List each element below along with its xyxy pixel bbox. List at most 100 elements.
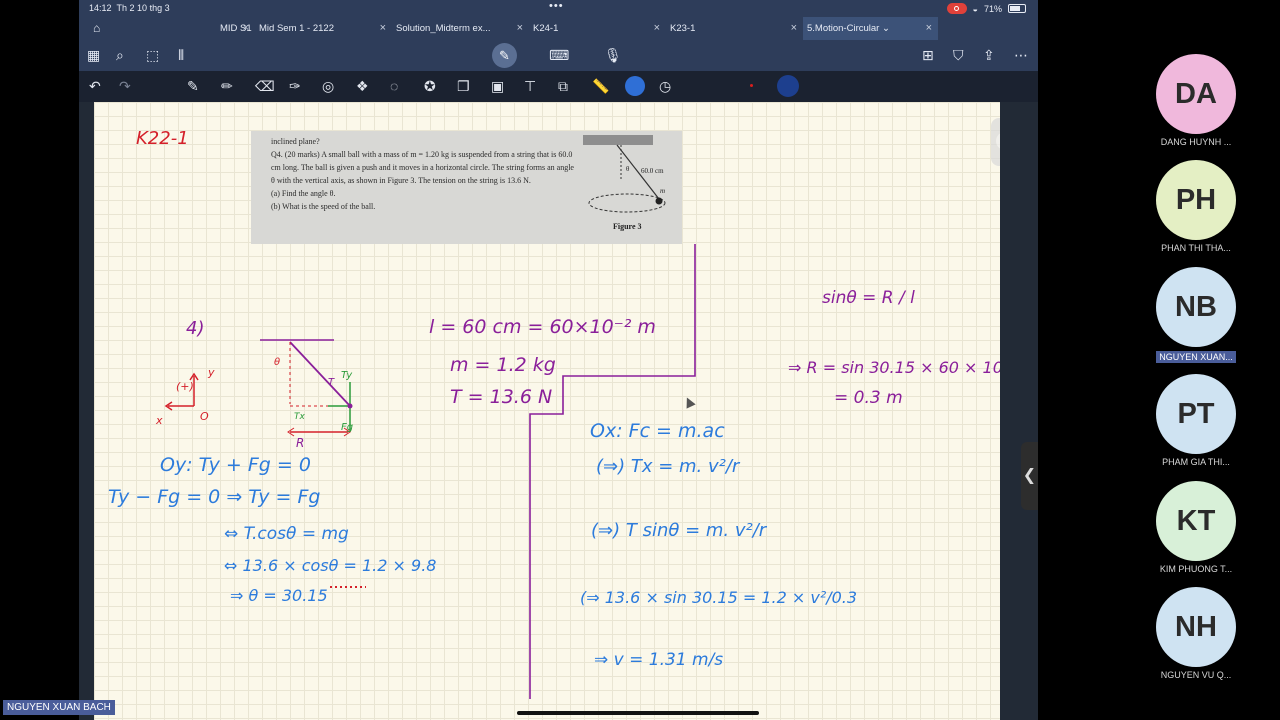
document-tabs: ⌂ MID S1 - 2223× Mid Sem 1 - 2122× Solut… (79, 17, 1038, 57)
ruler-tool-icon[interactable]: 📏 (592, 78, 609, 95)
star-tool-icon[interactable]: ✪ (424, 78, 436, 95)
radius-formula: ⇒ R = sin 30.15 × 60 × 10⁻² (788, 358, 1000, 377)
redo-icon[interactable]: ↷ (119, 78, 131, 95)
ipad-screen: 14:12 Th 2 10 thg 3 ••• ◒ 71% ⌂ MID S1 -… (79, 0, 1038, 720)
close-icon[interactable]: × (926, 17, 932, 40)
fg-label: Fg (341, 422, 354, 433)
undo-icon[interactable]: ↶ (89, 78, 101, 95)
participant-name: KIM PHUONG T... (1159, 564, 1233, 574)
tab-motion-circular[interactable]: 5.Motion-Circular ⌄ × (803, 17, 938, 40)
tab-solution-midterm[interactable]: Solution_Midterm ex... × (392, 17, 529, 40)
lasso-select-icon[interactable]: ⬚ (146, 47, 159, 64)
home-indicator (517, 711, 759, 715)
oy-equation-4: ⇔ 13.6 × cosθ = 1.2 × 9.8 (224, 556, 437, 575)
ox-equation-4: (⇒ 13.6 × sin 30.15 = 1.2 × v²/0.3 (580, 588, 858, 607)
drawing-toolbar: ↶ ↷ ✎ ✏ ⌫ ✑ ◎ ❖ ◌ ✪ ❐ ▣ ⊤ ⧉ 📏 ◷ (79, 71, 1038, 102)
participant-name: DANG HUYNH ... (1160, 137, 1232, 147)
laser-pointer-icon[interactable] (625, 76, 645, 96)
self-name-label: NGUYEN XUAN BACH (3, 700, 115, 715)
bookmark-icon[interactable]: ⛉ (953, 47, 964, 64)
oy-equation-3: ⇔ T.cosθ = mg (224, 524, 349, 544)
participants-sidebar: DA DANG HUYNH ... PH PHAN THI THA... NB … (1038, 0, 1280, 720)
axis-origin-label: O (200, 410, 209, 423)
close-icon[interactable]: × (517, 17, 523, 40)
speed-result: ⇒ v = 1.31 m/s (594, 650, 724, 670)
wifi-icon: ◒ (972, 3, 978, 14)
avatar: NH (1156, 587, 1236, 667)
avatar: DA (1156, 54, 1236, 134)
lasso-tool-icon[interactable]: ◌ (390, 78, 398, 94)
microphone-icon[interactable]: 🎙 (604, 47, 622, 64)
participant-tile[interactable]: PT PHAM GIA THI... (1156, 374, 1236, 467)
avatar: NB (1156, 267, 1236, 347)
figure-3-diagram: 60.0 cm θ m Figure 3 (583, 135, 666, 231)
figure-mass-label: m (660, 187, 665, 195)
participant-tile[interactable]: DA DANG HUYNH ... (1156, 54, 1236, 147)
pen-tool-icon[interactable]: ✎ (187, 78, 199, 95)
grid-view-icon[interactable]: ▦ (87, 47, 100, 64)
participant-name: NGUYEN XUAN... (1156, 351, 1236, 363)
pencil-tool-icon[interactable]: ✏ (221, 78, 233, 95)
tab-mid-s1-2223[interactable]: MID S1 - 2223× (117, 17, 255, 57)
battery-icon (1008, 4, 1026, 13)
timer-icon[interactable]: ◷ (659, 78, 671, 95)
color-swatch[interactable] (777, 75, 799, 97)
search-icon[interactable]: ⌕ (116, 47, 124, 64)
page-label-k22: K22-1 (136, 128, 189, 149)
more-icon[interactable]: ⋯ (1014, 47, 1028, 64)
eraser-tool-icon[interactable]: ⌫ (255, 78, 275, 95)
close-icon[interactable]: × (243, 17, 249, 40)
oy-equation-2: Ty − Fg = 0 ⇒ Ty = Fg (108, 486, 321, 508)
collapse-sidebar-handle[interactable]: ❮ (1021, 442, 1038, 510)
audio-icon[interactable]: ⦀ (178, 47, 184, 64)
ox-equation-2: (⇒) Tx = m. v²/r (596, 456, 740, 477)
participant-tile[interactable]: NH NGUYEN VU Q... (1156, 587, 1236, 680)
highlighter-tool-icon[interactable]: ✑ (289, 78, 301, 95)
page-scroll-handle[interactable] (991, 118, 1000, 166)
note-page[interactable]: inclined plane? Q4. (20 marks) A small b… (94, 102, 1000, 720)
shape-tool-icon[interactable]: ◎ (322, 78, 334, 95)
problem-snippet-image: inclined plane? Q4. (20 marks) A small b… (251, 131, 682, 244)
close-icon[interactable]: × (380, 17, 386, 40)
radius-label: R (296, 436, 305, 450)
status-time: 14:12 Th 2 10 thg 3 (89, 3, 170, 13)
theta-underline (330, 586, 366, 588)
radius-result: = 0.3 m (834, 388, 903, 408)
participant-tile[interactable]: PH PHAN THI THA... (1156, 160, 1236, 253)
avatar: PT (1156, 374, 1236, 454)
top-toolbar: ▦ ⌕ ⬚ ⦀ ✎ ⌨ 🎙 ⊞ ⛉ ⇪ ⋯ (79, 40, 1038, 71)
axis-y-label: y (208, 366, 215, 379)
participant-tile[interactable]: KT KIM PHUONG T... (1156, 481, 1236, 574)
keyboard-icon[interactable]: ⌨ (549, 47, 569, 64)
elements-tool-icon[interactable]: ❖ (356, 78, 369, 95)
image-tool-icon[interactable]: ▣ (491, 78, 504, 95)
color-dot-red[interactable] (750, 84, 753, 87)
axis-x-label: x (156, 414, 163, 427)
multitask-dots[interactable]: ••• (549, 0, 564, 12)
pen-mode-icon[interactable]: ✎ (492, 43, 517, 68)
tx-label: Tx (294, 412, 305, 422)
sine-relation: sinθ = R / l (822, 288, 915, 308)
text-tool-icon[interactable]: ⊤ (524, 78, 536, 95)
theta-result: ⇒ θ = 30.15 (230, 586, 328, 605)
status-right: ◒ 71% (946, 3, 1026, 14)
status-bar: 14:12 Th 2 10 thg 3 ••• ◒ 71% (79, 0, 1038, 17)
share-icon[interactable]: ⇪ (983, 47, 995, 64)
close-icon[interactable]: × (791, 17, 797, 40)
home-tab-icon[interactable]: ⌂ (79, 17, 117, 40)
figure-theta-label: θ (626, 165, 630, 173)
tension-label: T (328, 377, 335, 388)
tab-k24-1[interactable]: K24-1 × (529, 17, 666, 40)
participant-name: PHAM GIA THI... (1162, 457, 1230, 467)
problem-line0: inclined plane? (271, 137, 320, 146)
copy-tool-icon[interactable]: ❐ (457, 78, 470, 95)
tab-mid-sem1-2122[interactable]: Mid Sem 1 - 2122 × (255, 17, 392, 40)
ox-equation-1: Ox: Fc = m.ac (590, 420, 725, 442)
participant-tile[interactable]: NB NGUYEN XUAN... (1156, 267, 1236, 365)
figure-caption: Figure 3 (613, 222, 642, 231)
scan-tool-icon[interactable]: ⧉ (558, 78, 568, 95)
tab-k23-1[interactable]: K23-1 × (666, 17, 803, 40)
avatar: KT (1156, 481, 1236, 561)
add-page-icon[interactable]: ⊞ (922, 47, 934, 64)
close-icon[interactable]: × (654, 17, 660, 40)
